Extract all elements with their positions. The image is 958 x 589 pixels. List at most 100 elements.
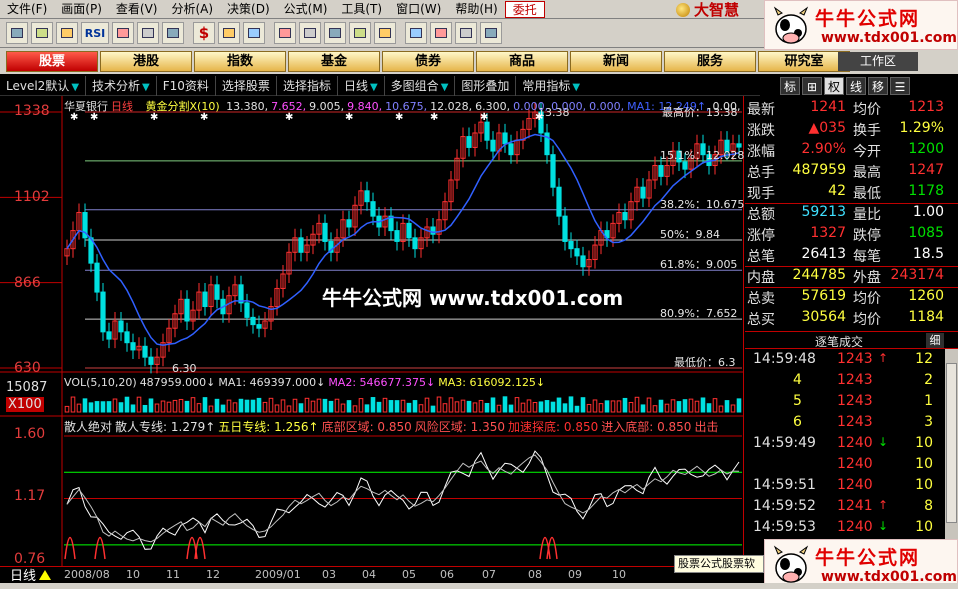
tick-row: 14:59:48 1243 ↑ 12: [745, 349, 945, 370]
binoculars-icon[interactable]: [274, 22, 296, 44]
volume-bar: [640, 404, 646, 413]
side-tab-3[interactable]: 线: [846, 77, 866, 95]
chart-canvas[interactable]: 13.386.30✱ ✱ ✱ ✱ ✱ ✱ ✱ ✱ ✱ ✱: [0, 96, 744, 566]
menu-item-7[interactable]: 窗口(W): [389, 0, 448, 19]
volume-bar: [232, 402, 238, 413]
volume-bar: [472, 402, 478, 413]
func-item-7[interactable]: 图形叠加: [454, 75, 515, 96]
quote-v2: 1.00: [912, 204, 944, 220]
period-badge[interactable]: 日线: [10, 566, 52, 584]
tick-row: 14:59:52 1241 ↑ 8: [745, 496, 945, 517]
func-item-6[interactable]: 多图组合 ▼: [383, 75, 455, 96]
menu-item-6[interactable]: 工具(T): [334, 0, 389, 19]
ruler-icon[interactable]: [162, 22, 184, 44]
category-tab-8[interactable]: 研究室: [758, 50, 850, 72]
candle-body: [124, 331, 130, 344]
category-tab-1[interactable]: 港股: [100, 50, 192, 72]
tick-header: 逐笔成交 细: [745, 331, 958, 349]
candle-body: [106, 331, 112, 340]
chart-area[interactable]: 13.38 6.30 ✱ ✱ ✱ ✱ ✱ ✱ ✱ ✱ ✱ ✱ 华夏银行 日线 黄金分割X(10) 13.…: [0, 96, 745, 584]
func-item-1[interactable]: 技术分析 ▼: [85, 75, 156, 96]
tick-time: 14:59:51: [753, 477, 816, 493]
tick-detail-button[interactable]: 细: [926, 333, 944, 348]
side-tab-5[interactable]: ☰: [890, 77, 910, 95]
volume-bar: [664, 403, 670, 413]
alert-icon[interactable]: [299, 22, 321, 44]
volume-bar: [340, 403, 346, 413]
volume-bar: [466, 400, 472, 413]
tick-volume: 2: [924, 372, 933, 388]
note-icon[interactable]: [430, 22, 452, 44]
side-tab-1[interactable]: ⊞: [802, 77, 822, 95]
candle-body: [682, 161, 688, 170]
workarea-button[interactable]: 工作区: [838, 52, 918, 71]
volume-bar: [406, 402, 412, 413]
menu-item-4[interactable]: 决策(D): [220, 0, 277, 19]
tick-scrollbar[interactable]: [945, 349, 958, 540]
candle-body: [130, 342, 136, 351]
stock-name: 华夏银行: [64, 100, 108, 113]
side-tab-0[interactable]: 标: [780, 77, 800, 95]
dollar-icon[interactable]: $: [193, 22, 215, 44]
func-item-3[interactable]: 选择股票: [214, 75, 276, 96]
func-item-4[interactable]: 选择指标: [275, 75, 337, 96]
side-tab-2[interactable]: 权: [824, 77, 844, 95]
toolbox-icon[interactable]: [480, 22, 502, 44]
category-tab-0[interactable]: 股票: [6, 50, 98, 72]
tick-list[interactable]: 14:59:48 1243 ↑ 12 4 1243 2 5 1243 1 6 1243 3 14:59:4…: [745, 349, 945, 540]
scrollbar-thumb[interactable]: [946, 363, 957, 523]
volume-bar: [694, 400, 700, 413]
menu-item-8[interactable]: 帮助(H): [448, 0, 504, 19]
menu-item-0[interactable]: 文件(F): [0, 0, 54, 19]
quote-l2: 最低: [853, 186, 881, 202]
finance-icon[interactable]: [218, 22, 240, 44]
func-item-8[interactable]: 常用指标 ▼: [515, 75, 586, 96]
quote-row: 最新 1241 均价 1213: [745, 98, 958, 119]
quote-v2: 1260: [908, 288, 944, 304]
quote-row: 总手 487959 最高 1247: [745, 161, 958, 182]
category-tab-2[interactable]: 指数: [194, 50, 286, 72]
volume-bar: [592, 399, 598, 413]
volume-bar: [532, 402, 538, 413]
layout-icon[interactable]: [31, 22, 53, 44]
func-item-2[interactable]: F10资料: [155, 75, 215, 96]
menu-item-2[interactable]: 查看(V): [109, 0, 165, 19]
crosshair-icon[interactable]: [137, 22, 159, 44]
category-tab-4[interactable]: 债券: [382, 50, 474, 72]
fib-label: 15.1%：12.028: [660, 148, 745, 162]
open-icon[interactable]: [6, 22, 28, 44]
menu-item-1[interactable]: 画面(P): [54, 0, 109, 19]
calendar-icon[interactable]: [374, 22, 396, 44]
category-tab-3[interactable]: 基金: [288, 50, 380, 72]
news-icon[interactable]: [349, 22, 371, 44]
category-tab-7[interactable]: 服务: [664, 50, 756, 72]
ind-legend-item: 加速探底: 0.850: [508, 420, 599, 434]
message-icon[interactable]: [405, 22, 427, 44]
quote-v1: 2.90%: [801, 141, 846, 157]
report-icon[interactable]: [324, 22, 346, 44]
candle-body: [394, 230, 400, 242]
volume-bar: [172, 399, 178, 413]
func-item-5[interactable]: 日线 ▼: [336, 75, 384, 96]
volume-bar: [118, 402, 124, 413]
chart-icon[interactable]: [56, 22, 78, 44]
quote-row: 总卖 57619 均价 1260: [745, 287, 958, 308]
category-tabs: 股票 港股 指数 基金 债券 商品 新闻 服务 研究室 工作区: [0, 48, 958, 74]
category-tab-5[interactable]: 商品: [476, 50, 568, 72]
candle-body: [580, 255, 586, 268]
menu-item-3[interactable]: 分析(A): [164, 0, 220, 19]
volume-bar: [490, 397, 496, 413]
menu-item-9[interactable]: 委托: [504, 0, 545, 18]
rsi-icon[interactable]: RSI: [81, 22, 109, 44]
quote-l1: 最新: [747, 102, 775, 118]
grid-icon[interactable]: [112, 22, 134, 44]
book-icon[interactable]: [243, 22, 265, 44]
tick-time: 4: [793, 372, 802, 388]
side-tab-4[interactable]: 移: [868, 77, 888, 95]
time-label: 11: [166, 568, 180, 581]
func-item-0[interactable]: Level2默认 ▼: [0, 76, 85, 96]
window-icon[interactable]: [455, 22, 477, 44]
func-item-label: 日线: [343, 78, 368, 93]
menu-item-5[interactable]: 公式(M): [277, 0, 335, 19]
category-tab-6[interactable]: 新闻: [570, 50, 662, 72]
